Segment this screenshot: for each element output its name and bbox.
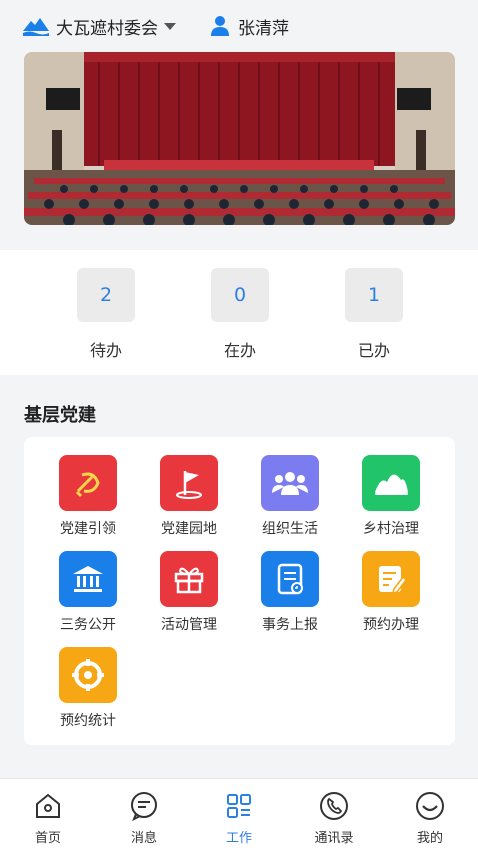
tab-label: 消息 <box>130 831 157 846</box>
tile-appointment[interactable]: 预约办理 <box>346 551 436 634</box>
tile-label: 三务公开 <box>60 617 116 633</box>
party-garden-icon <box>160 455 218 511</box>
org-name: 大瓦遮村委会 <box>56 18 158 39</box>
people-group-icon <box>261 455 319 511</box>
stat-in-progress[interactable]: 0 在办 <box>210 268 270 361</box>
tab-contacts[interactable]: 通讯录 <box>299 789 369 846</box>
tile-label: 乡村治理 <box>363 521 419 537</box>
tab-work[interactable]: 工作 <box>204 789 274 846</box>
tab-label: 首页 <box>34 831 61 846</box>
user-info[interactable]: 张清萍 <box>210 14 289 39</box>
tile-public-affairs[interactable]: 三务公开 <box>43 551 133 634</box>
party-flag-icon <box>59 455 117 511</box>
stat-in-progress-count: 0 <box>211 268 269 322</box>
user-icon <box>211 16 229 36</box>
phone-icon <box>299 789 369 823</box>
tab-messages[interactable]: 消息 <box>109 789 179 846</box>
home-icon <box>13 789 83 823</box>
user-name: 张清萍 <box>238 18 289 39</box>
tile-label: 预约办理 <box>363 617 419 633</box>
edit-doc-icon <box>362 551 420 607</box>
task-stats: 2 待办 0 在办 1 已办 <box>0 250 478 375</box>
report-doc-icon <box>261 551 319 607</box>
meeting-hall-photo <box>24 52 455 225</box>
bank-icon <box>59 551 117 607</box>
stat-pending-label: 待办 <box>89 341 122 360</box>
org-logo-icon <box>23 18 49 36</box>
stat-pending-count: 2 <box>77 268 135 322</box>
tile-label: 组织生活 <box>262 521 318 537</box>
bottom-tab-bar: 首页 消息 工作 通讯录 我的 <box>0 778 478 850</box>
stat-done-count: 1 <box>345 268 403 322</box>
tile-affairs-report[interactable]: 事务上报 <box>245 551 335 634</box>
banner-image[interactable] <box>24 52 455 225</box>
stat-pending[interactable]: 2 待办 <box>76 268 136 361</box>
tile-activity-management[interactable]: 活动管理 <box>144 551 234 634</box>
tile-appointment-stats[interactable]: 预约统计 <box>43 647 133 730</box>
tile-label: 活动管理 <box>161 617 217 633</box>
tab-label: 通讯录 <box>314 831 354 846</box>
message-icon <box>109 789 179 823</box>
stat-done-label: 已办 <box>357 341 390 360</box>
gift-icon <box>160 551 218 607</box>
chevron-down-icon[interactable] <box>164 22 176 30</box>
tile-village-governance[interactable]: 乡村治理 <box>346 455 436 538</box>
tile-label: 事务上报 <box>262 617 318 633</box>
target-icon <box>59 647 117 703</box>
tile-party-garden[interactable]: 党建园地 <box>144 455 234 538</box>
tile-label: 党建园地 <box>161 521 217 537</box>
tile-party-lead[interactable]: 党建引领 <box>43 455 133 538</box>
top-bar: 大瓦遮村委会 张清萍 <box>22 12 289 40</box>
stat-in-progress-label: 在办 <box>223 341 256 360</box>
tile-label: 预约统计 <box>60 713 116 729</box>
function-grid: 党建引领 党建园地 组织生活 乡村治理 三务公开 活动管理 事务上报 预约办理 … <box>24 437 455 745</box>
tab-label: 工作 <box>225 831 252 846</box>
tab-mine[interactable]: 我的 <box>395 789 465 846</box>
mountain-icon <box>362 455 420 511</box>
tile-org-life[interactable]: 组织生活 <box>245 455 335 538</box>
stat-done[interactable]: 1 已办 <box>344 268 404 361</box>
org-selector[interactable]: 大瓦遮村委会 <box>22 14 176 39</box>
tab-label: 我的 <box>416 831 443 846</box>
smile-icon <box>395 789 465 823</box>
tile-label: 党建引领 <box>60 521 116 537</box>
section-title: 基层党建 <box>24 405 96 426</box>
tab-home[interactable]: 首页 <box>13 789 83 846</box>
work-grid-icon <box>204 789 274 823</box>
header: 大瓦遮村委会 张清萍 <box>0 0 478 250</box>
party-building-section: 基层党建 党建引领 党建园地 组织生活 乡村治理 三务公开 活动管理 事务上报 … <box>0 375 478 778</box>
